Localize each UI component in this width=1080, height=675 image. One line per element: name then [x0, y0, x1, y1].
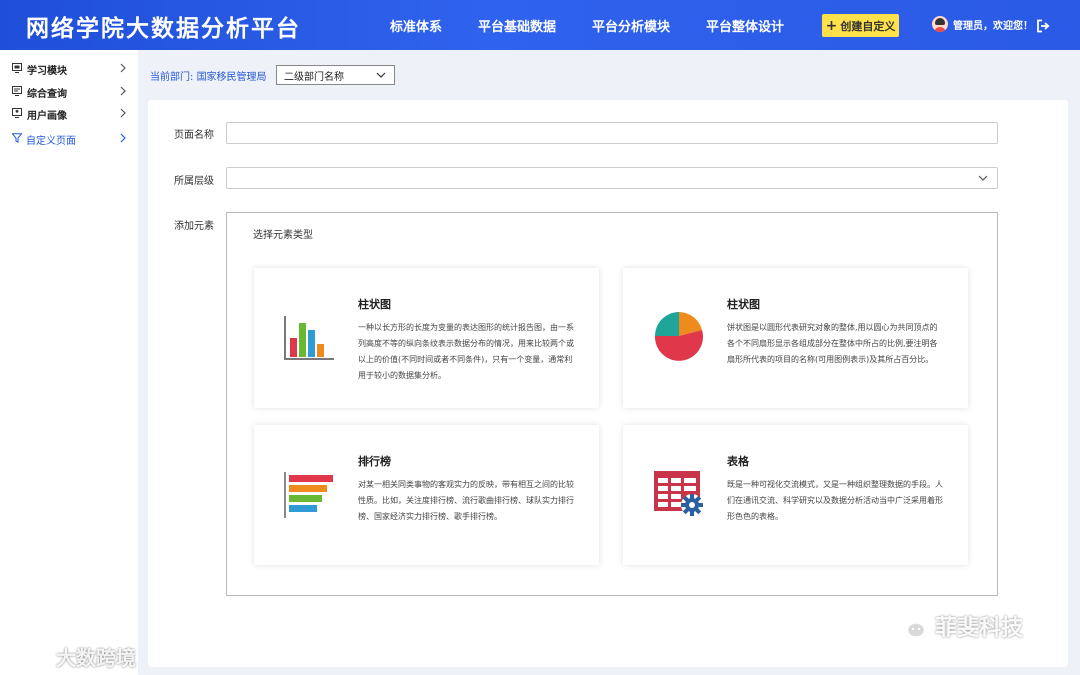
module-icon [12, 63, 22, 73]
card-description: 既是一种可视化交流模式，又是一种组织整理数据的手段。人们在通讯交流、科学研究以及… [727, 480, 943, 521]
nav-standard-system[interactable]: 标准体系 [390, 16, 442, 35]
element-card-bar-chart[interactable]: 柱状图 一种以长方形的长度为变量的表达图形的统计报告图，由一系列高度不等的纵向条… [254, 268, 599, 408]
sidebar-item-user-portrait[interactable]: 用户画像 [0, 103, 138, 125]
sidebar-item-label: 综合查询 [27, 88, 67, 100]
nav-analysis-module[interactable]: 平台分析模块 [592, 16, 670, 35]
top-header: 网络学院大数据分析平台 标准体系 平台基础数据 平台分析模块 平台整体设计 + … [0, 0, 1080, 50]
query-icon [12, 86, 22, 96]
breadcrumb-label: 当前部门: [150, 72, 194, 83]
chevron-right-icon [120, 63, 126, 73]
element-card-pie-chart[interactable]: 柱状图 饼状图是以圆形代表研究对象的整体,用以圆心为共同顶点的各个不同扇形显示各… [623, 268, 968, 408]
sidebar: 学习模块 综合查询 用户画像 自定义页面 [0, 50, 138, 675]
level-label: 所属层级 [174, 176, 214, 187]
watermark-right-text: 菲斐科技 [935, 616, 1024, 641]
department-select-value: 二级部门名称 [284, 71, 344, 83]
add-element-label: 添加元素 [174, 221, 214, 232]
user-info[interactable]: 管理员，欢迎您！ [932, 16, 1033, 32]
user-greeting: 管理员，欢迎您！ [953, 20, 1033, 32]
chevron-right-icon [120, 108, 126, 118]
page-name-label: 页面名称 [174, 130, 214, 141]
nav-basic-data[interactable]: 平台基础数据 [478, 16, 556, 35]
bar-chart-icon [284, 316, 334, 360]
card-title: 柱状图 [358, 298, 391, 311]
sidebar-item-label: 学习模块 [27, 65, 67, 77]
chevron-down-icon [376, 72, 386, 78]
chevron-right-icon [120, 133, 126, 143]
pie-chart-icon [654, 312, 703, 361]
top-navigation: 标准体系 平台基础数据 平台分析模块 平台整体设计 [390, 0, 820, 50]
table-settings-icon [654, 471, 703, 516]
card-title: 排行榜 [358, 455, 391, 468]
element-card-table[interactable]: 表格 既是一种可视化交流模式，又是一种组织整理数据的手段。人们在通讯交流、科学研… [623, 425, 968, 565]
create-custom-label: 创建自定义 [840, 19, 896, 33]
card-title: 柱状图 [727, 298, 760, 311]
card-description: 饼状图是以圆形代表研究对象的整体,用以圆心为共同顶点的各个不同扇形显示各组成部分… [727, 323, 938, 364]
app-title: 网络学院大数据分析平台 [26, 15, 301, 42]
create-custom-button[interactable]: + 创建自定义 [822, 14, 899, 37]
sidebar-item-comprehensive-query[interactable]: 综合查询 [0, 81, 138, 103]
watermark-left: 大数跨境 [8, 642, 136, 671]
ranking-icon [284, 472, 333, 518]
level-select[interactable] [226, 167, 998, 189]
sidebar-item-learning-module[interactable]: 学习模块 [0, 58, 138, 80]
watermark-left-text: 大数跨境 [56, 646, 136, 670]
portrait-icon [12, 108, 22, 118]
user-avatar-icon [932, 16, 948, 32]
breadcrumb: 当前部门: 国家移民管理局 [150, 68, 267, 83]
element-card-ranking[interactable]: 排行榜 对某一相关同类事物的客观实力的反映，带有相互之间的比较性质。比如，关注度… [254, 425, 599, 565]
wechat-icon [893, 612, 927, 639]
card-title: 表格 [727, 455, 749, 468]
page-name-input[interactable] [226, 122, 998, 144]
filter-icon [12, 133, 22, 143]
nav-overall-design[interactable]: 平台整体设计 [706, 16, 784, 35]
card-description: 对某一相关同类事物的客观实力的反映，带有相互之间的比较性质。比如，关注度排行榜、… [358, 480, 574, 521]
watermark-logo-icon [12, 647, 52, 666]
plus-icon: + [825, 17, 838, 34]
department-select[interactable]: 二级部门名称 [276, 65, 395, 85]
logout-icon[interactable] [1036, 19, 1050, 33]
sidebar-item-custom-page[interactable]: 自定义页面 [0, 128, 138, 150]
watermark-right: 菲斐科技 [893, 610, 1023, 642]
sidebar-item-label: 用户画像 [27, 110, 67, 122]
chevron-right-icon [120, 86, 126, 96]
sidebar-item-label: 自定义页面 [26, 135, 76, 147]
element-type-title: 选择元素类型 [253, 230, 313, 241]
breadcrumb-department: 国家移民管理局 [196, 72, 267, 83]
chevron-down-icon [978, 175, 988, 181]
card-description: 一种以长方形的长度为变量的表达图形的统计报告图，由一系列高度不等的纵向条纹表示数… [358, 323, 574, 380]
